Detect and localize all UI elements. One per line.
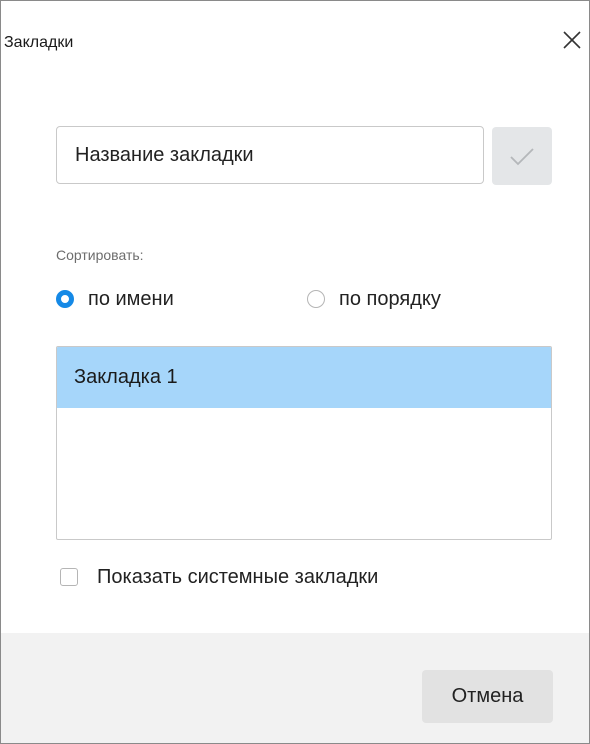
sort-by-order-radio[interactable]: по порядку xyxy=(307,286,441,312)
dialog-title: Закладки xyxy=(4,34,74,51)
sort-by-name-radio[interactable]: по имени xyxy=(56,286,174,312)
radio-unchecked-icon xyxy=(307,290,325,308)
cancel-button[interactable]: Отмена xyxy=(422,670,553,723)
sort-label: Сортировать: xyxy=(56,247,144,263)
list-item[interactable]: Закладка 1 xyxy=(57,347,551,408)
sort-by-name-label: по имени xyxy=(88,287,174,310)
show-system-bookmarks-checkbox[interactable]: Показать системные закладки xyxy=(60,563,378,591)
show-system-bookmarks-label: Показать системные закладки xyxy=(97,565,379,588)
radio-checked-icon xyxy=(56,290,74,308)
bookmark-list[interactable]: Закладка 1 xyxy=(56,346,552,540)
bookmark-name-input[interactable] xyxy=(56,126,484,184)
checkmark-icon xyxy=(510,148,534,166)
list-item-label: Закладка 1 xyxy=(74,366,178,388)
close-button[interactable] xyxy=(561,29,583,51)
close-icon xyxy=(563,31,581,49)
confirm-button[interactable] xyxy=(492,127,552,185)
checkbox-icon xyxy=(60,568,78,586)
dialog-footer: Отмена xyxy=(1,633,589,743)
sort-by-order-label: по порядку xyxy=(339,287,441,310)
title-bar: Закладки xyxy=(1,1,589,81)
bookmarks-dialog: Закладки Сортировать: по имени по порядк… xyxy=(0,0,590,744)
